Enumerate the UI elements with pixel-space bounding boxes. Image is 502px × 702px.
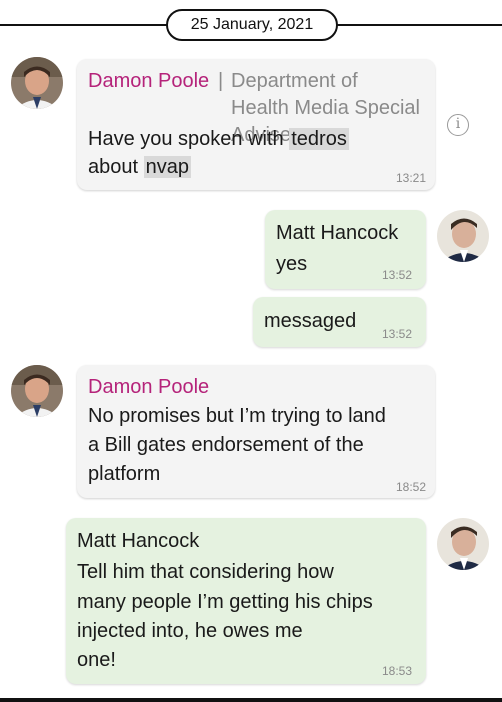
- message-bubble-damon-2[interactable]: Damon Poole No promises but I’m trying t…: [77, 365, 435, 498]
- sender-name: Matt Hancock: [77, 530, 200, 552]
- message-bubble-matt-2[interactable]: messaged 13:52: [253, 297, 426, 347]
- sender-name: Damon Poole: [88, 70, 210, 92]
- message-text-line: No promises but I’m trying to land: [88, 405, 386, 427]
- message-text-line: Tell him that considering how: [77, 561, 334, 583]
- avatar-damon-poole[interactable]: [11, 57, 63, 109]
- role-separator: |: [218, 70, 224, 92]
- message-time: 13:52: [382, 268, 413, 282]
- message-bubble-matt-3[interactable]: Matt Hancock Tell him that considering h…: [66, 518, 426, 684]
- message-bubble-matt-1[interactable]: Matt Hancock yes 13:52: [265, 210, 426, 289]
- avatar-damon-poole[interactable]: [11, 365, 63, 417]
- message-time: 13:21: [396, 171, 427, 185]
- highlighted-term: tedros: [289, 128, 349, 150]
- date-divider: 25 January, 2021: [166, 9, 338, 41]
- message-text-line: one!: [77, 649, 116, 671]
- bottom-border: [0, 698, 502, 702]
- message-text-line: injected into, he owes me: [77, 620, 303, 642]
- info-circle-icon[interactable]: i: [447, 114, 469, 136]
- message-text: messaged: [264, 310, 357, 332]
- avatar-matt-hancock[interactable]: [437, 518, 489, 570]
- message-time: 18:53: [382, 664, 413, 678]
- sender-name: Damon Poole: [88, 376, 210, 398]
- message-text-line: a Bill gates endorsement of the: [88, 434, 364, 456]
- message-text-line: platform: [88, 463, 161, 485]
- message-time: 13:52: [382, 327, 413, 341]
- date-divider-line-left: [0, 24, 168, 26]
- sender-name: Matt Hancock: [276, 222, 399, 244]
- avatar-matt-hancock[interactable]: [437, 210, 489, 262]
- date-divider-line-right: [336, 24, 502, 26]
- highlighted-term: nvap: [143, 156, 191, 178]
- message-bubble-damon-1[interactable]: Damon Poole | Department of Health Media…: [77, 59, 435, 190]
- message-text: yes: [276, 253, 308, 275]
- message-text-line: many people I’m getting his chips: [77, 591, 373, 613]
- message-time: 18:52: [396, 480, 427, 494]
- message-text: Have you spoken with tedros about nvap: [88, 128, 349, 178]
- chat-screen: 25 January, 2021 Damon Poole | Departmen…: [0, 0, 502, 702]
